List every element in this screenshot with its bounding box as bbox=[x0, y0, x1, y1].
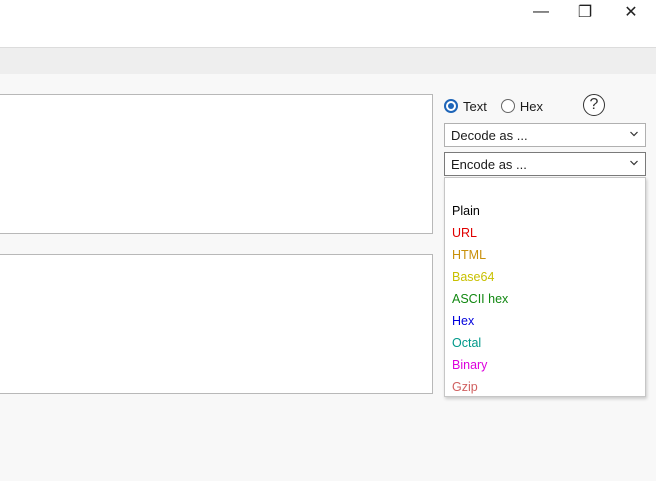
minimize-button[interactable]: — bbox=[518, 0, 564, 24]
dropdown-option-ascii-hex[interactable]: ASCII hex bbox=[452, 289, 508, 309]
dropdown-option-plain[interactable]: Plain bbox=[452, 201, 480, 221]
dropdown-option-url[interactable]: URL bbox=[452, 223, 477, 243]
output-text-area[interactable] bbox=[0, 254, 433, 394]
radio-hex-label: Hex bbox=[519, 98, 543, 114]
close-icon: ✕ bbox=[624, 4, 638, 21]
close-button[interactable]: ✕ bbox=[608, 0, 654, 24]
decode-as-select[interactable]: Decode as ... bbox=[444, 123, 646, 147]
radio-checked-icon bbox=[444, 99, 458, 113]
encode-as-select[interactable]: Encode as ... bbox=[444, 152, 646, 176]
dropdown-option-html[interactable]: HTML bbox=[452, 245, 486, 265]
dropdown-option-octal[interactable]: Octal bbox=[452, 333, 481, 353]
mode-radio-group: Text Hex bbox=[444, 96, 557, 116]
dropdown-option-hex[interactable]: Hex bbox=[452, 311, 474, 331]
restore-icon: ❐ bbox=[577, 4, 593, 21]
radio-hex[interactable]: Hex bbox=[500, 98, 543, 114]
help-glyph: ? bbox=[589, 96, 599, 113]
radio-unchecked-icon bbox=[500, 99, 515, 113]
chevron-down-icon bbox=[630, 131, 638, 137]
toolbar-strip bbox=[0, 47, 656, 74]
restore-button[interactable]: ❐ bbox=[562, 0, 608, 24]
title-bar: — ❐ ✕ bbox=[0, 0, 656, 47]
chevron-down-icon bbox=[630, 160, 638, 166]
decode-select-value: Decode as ... bbox=[451, 127, 528, 143]
radio-text[interactable]: Text bbox=[444, 99, 487, 114]
encode-dropdown-list: Plain URL HTML Base64 ASCII hex Hex Octa… bbox=[444, 177, 646, 397]
encode-select-value: Encode as ... bbox=[451, 156, 527, 172]
minimize-icon: — bbox=[533, 3, 549, 20]
dropdown-option-base64[interactable]: Base64 bbox=[452, 267, 494, 287]
dropdown-option-gzip[interactable]: Gzip bbox=[452, 377, 478, 397]
help-icon[interactable]: ? bbox=[583, 94, 605, 116]
input-text-area[interactable] bbox=[0, 94, 433, 234]
radio-text-label: Text bbox=[463, 98, 487, 114]
dropdown-option-binary[interactable]: Binary bbox=[452, 355, 487, 375]
